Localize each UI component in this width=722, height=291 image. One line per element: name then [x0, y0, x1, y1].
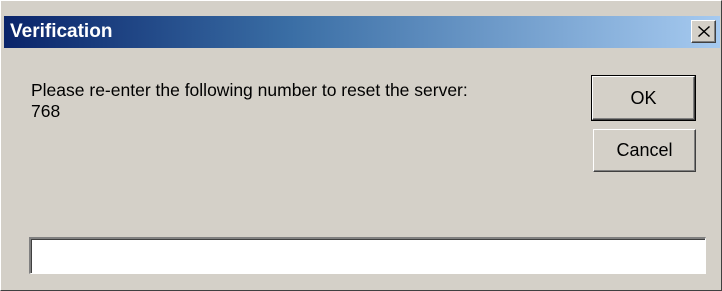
window-title: Verification	[10, 21, 113, 42]
cancel-button[interactable]: Cancel	[593, 129, 696, 172]
verification-number: 768	[31, 101, 61, 121]
verification-input[interactable]	[29, 237, 706, 274]
title-bar[interactable]: Verification	[4, 16, 720, 48]
close-button[interactable]	[691, 20, 716, 43]
prompt-text: Please re-enter the following number to …	[31, 80, 468, 100]
close-icon	[697, 26, 710, 37]
verification-dialog: Verification Please re-enter the followi…	[0, 0, 722, 291]
ok-button[interactable]: OK	[591, 75, 696, 121]
